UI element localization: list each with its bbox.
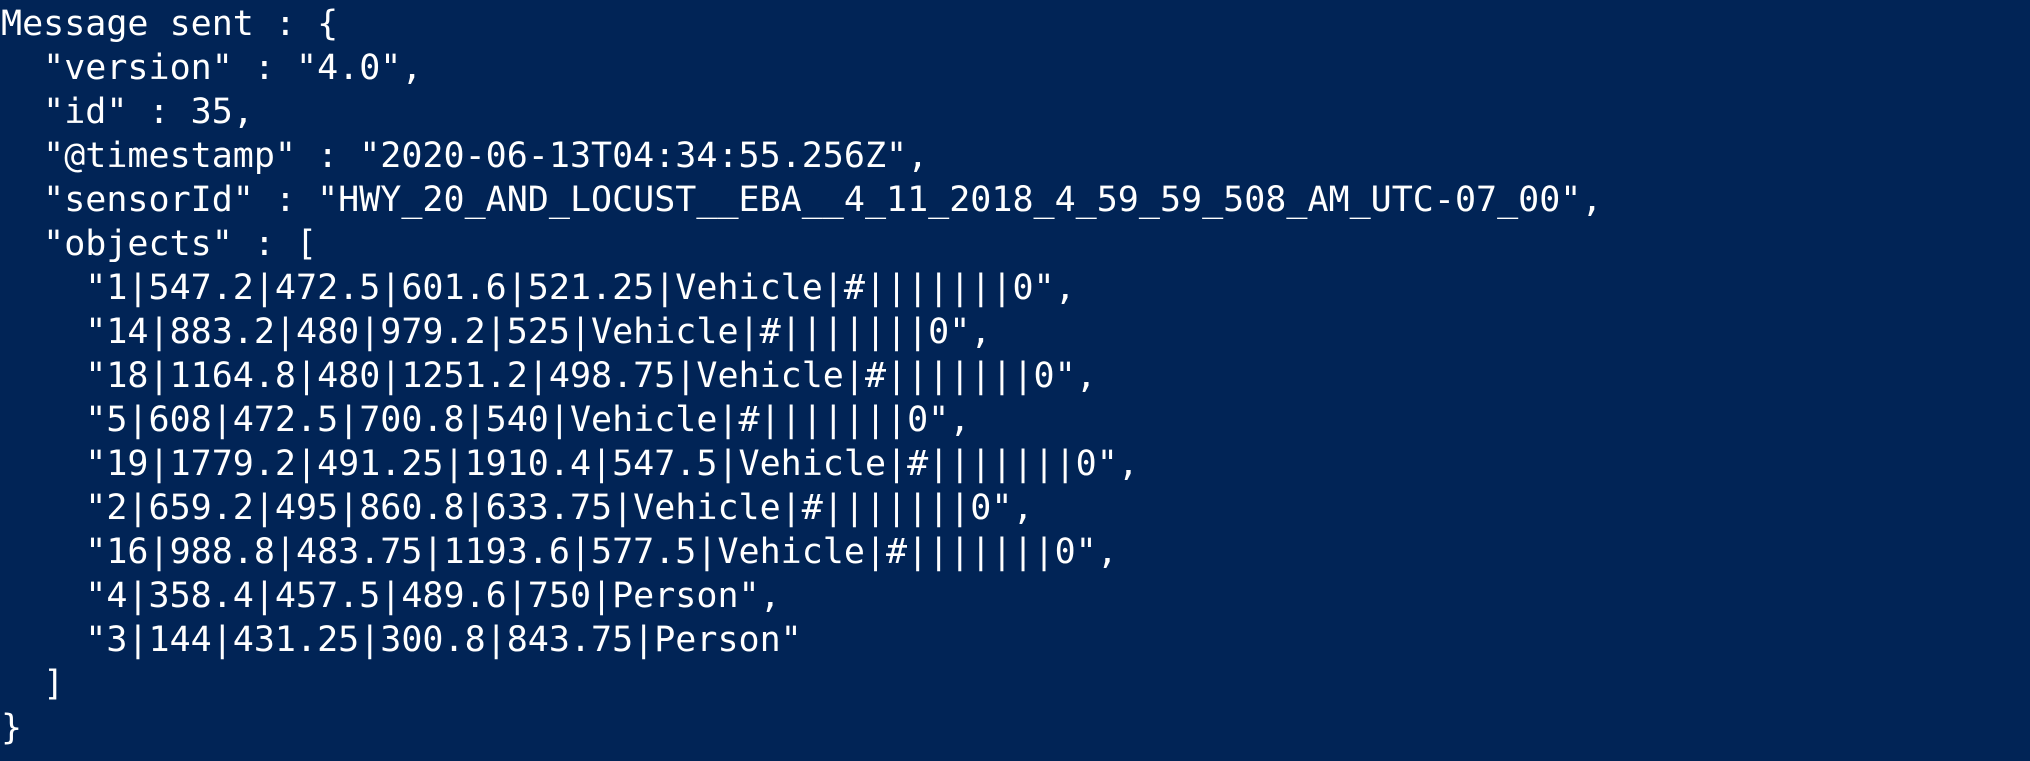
terminal-line: "sensorId" : "HWY_20_AND_LOCUST__EBA__4_…	[1, 180, 1603, 220]
terminal-line: "3|144|431.25|300.8|843.75|Person"	[1, 620, 802, 660]
terminal-line: }	[1, 708, 23, 748]
terminal-line: "2|659.2|495|860.8|633.75|Vehicle|#|||||…	[1, 488, 1034, 528]
terminal-line: "5|608|472.5|700.8|540|Vehicle|#|||||||0…	[1, 400, 971, 440]
terminal-line: Message sent : {	[1, 4, 339, 44]
terminal-line: "id" : 35,	[1, 92, 254, 132]
terminal-line: "16|988.8|483.75|1193.6|577.5|Vehicle|#|…	[1, 532, 1118, 572]
terminal-line: "14|883.2|480|979.2|525|Vehicle|#|||||||…	[1, 312, 992, 352]
terminal-line: "18|1164.8|480|1251.2|498.75|Vehicle|#||…	[1, 356, 1097, 396]
terminal-line: "version" : "4.0",	[1, 48, 423, 88]
terminal-line: "1|547.2|472.5|601.6|521.25|Vehicle|#|||…	[1, 268, 1076, 308]
terminal-line: "4|358.4|457.5|489.6|750|Person",	[1, 576, 781, 616]
terminal-line: "19|1779.2|491.25|1910.4|547.5|Vehicle|#…	[1, 444, 1139, 484]
terminal-output[interactable]: Message sent : { "version" : "4.0", "id"…	[0, 0, 2030, 761]
terminal-line: "@timestamp" : "2020-06-13T04:34:55.256Z…	[1, 136, 929, 176]
terminal-line: "objects" : [	[1, 224, 318, 264]
terminal-line: ]	[1, 664, 65, 704]
